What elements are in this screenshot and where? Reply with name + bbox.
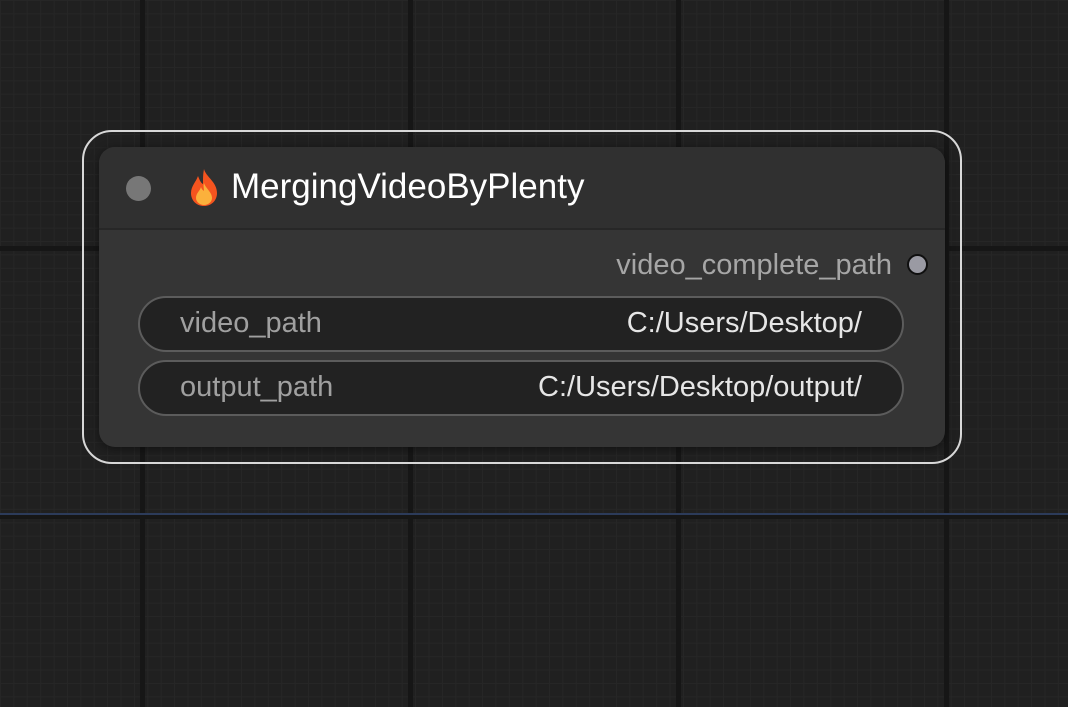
output-slot-video-complete-path[interactable] <box>907 254 928 275</box>
node-title: MergingVideoByPlenty <box>231 167 585 206</box>
merging-video-node[interactable]: MergingVideoByPlenty video_complete_path… <box>99 147 945 447</box>
widget-label-output-path: output_path <box>180 371 334 403</box>
connection-link <box>0 513 1068 515</box>
output-path-field[interactable]: output_path C:/Users/Desktop/output/ <box>138 360 904 416</box>
flame-icon <box>191 169 217 206</box>
widget-value-output-path: C:/Users/Desktop/output/ <box>538 371 862 403</box>
output-label-video-complete-path: video_complete_path <box>616 249 892 281</box>
collapse-toggle-button[interactable] <box>126 176 151 201</box>
widget-label-video-path: video_path <box>180 307 322 339</box>
widget-value-video-path: C:/Users/Desktop/ <box>626 307 862 339</box>
node-header[interactable]: MergingVideoByPlenty <box>99 147 945 230</box>
video-path-field[interactable]: video_path C:/Users/Desktop/ <box>138 296 904 352</box>
